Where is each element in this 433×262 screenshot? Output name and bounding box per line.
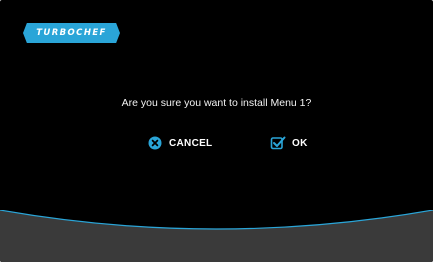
cancel-button[interactable]: CANCEL: [147, 135, 212, 151]
ok-label: OK: [292, 137, 308, 149]
ok-button[interactable]: OK: [270, 135, 308, 151]
screen: TURBOCHEF Are you sure you want to insta…: [0, 0, 433, 262]
confirm-question: Are you sure you want to install Menu 1?: [121, 97, 312, 109]
cancel-label: CANCEL: [169, 137, 213, 149]
close-circle-icon: [147, 135, 163, 151]
checkbox-check-icon: [270, 135, 286, 151]
footer-wave: [0, 210, 433, 262]
turbochef-logo: TURBOCHEF: [23, 23, 120, 43]
logo-text: TURBOCHEF: [36, 28, 107, 38]
